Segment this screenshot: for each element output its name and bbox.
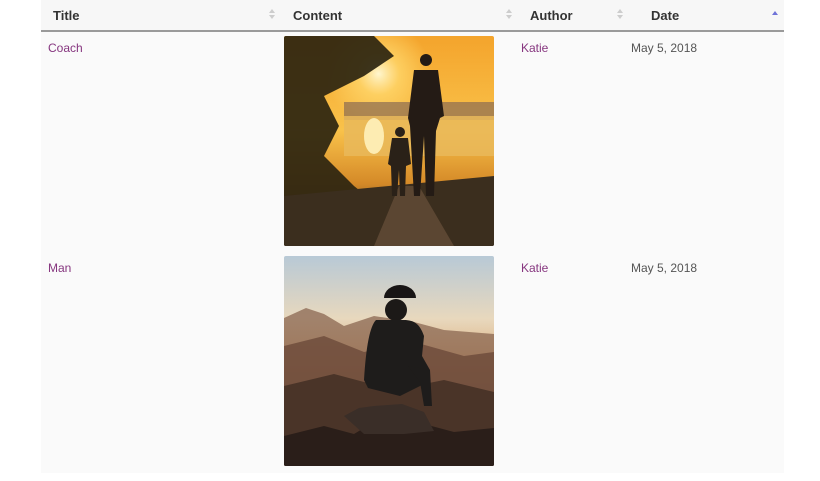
post-date: May 5, 2018 [631, 261, 698, 275]
author-link[interactable]: Katie [521, 261, 548, 275]
table-header: Title Content Author Date [41, 0, 784, 32]
cell-date: May 5, 2018 [629, 31, 784, 252]
author-link[interactable]: Katie [521, 41, 548, 55]
column-header-label: Title [53, 7, 80, 23]
posts-table: Title Content Author Date Coach Katie Ma… [41, 0, 784, 473]
column-header-content[interactable]: Content [281, 0, 518, 32]
posts-table-container: Title Content Author Date Coach Katie Ma… [41, 0, 784, 481]
column-header-title[interactable]: Title [41, 0, 281, 32]
table-row: Coach Katie May 5, 2018 [41, 31, 784, 252]
cell-date: May 5, 2018 [629, 252, 784, 473]
cell-title: Man [41, 252, 281, 473]
column-header-label: Date [651, 7, 680, 23]
column-header-date[interactable]: Date [629, 0, 784, 32]
column-header-label: Author [530, 7, 573, 23]
post-title-link[interactable]: Coach [48, 41, 83, 55]
cell-content [281, 252, 518, 473]
column-header-label: Content [293, 7, 343, 23]
cell-content [281, 31, 518, 252]
table-row: Man Katie May 5, 2018 [41, 252, 784, 473]
sort-icon[interactable] [506, 9, 514, 21]
sort-icon[interactable] [617, 9, 625, 21]
sort-icon[interactable] [269, 9, 277, 21]
cell-author: Katie [518, 31, 629, 252]
sort-ascending-icon[interactable] [772, 9, 780, 21]
header-row: Title Content Author Date [41, 0, 784, 32]
post-title-link[interactable]: Man [48, 261, 71, 275]
cell-author: Katie [518, 252, 629, 473]
cell-title: Coach [41, 31, 281, 252]
post-image-man-on-mountain[interactable] [284, 256, 494, 466]
post-date: May 5, 2018 [631, 41, 698, 55]
post-image-father-child-sunset[interactable] [284, 36, 494, 246]
table-body: Coach Katie May 5, 2018 Man Katie May 5,… [41, 31, 784, 473]
column-header-author[interactable]: Author [518, 0, 629, 32]
